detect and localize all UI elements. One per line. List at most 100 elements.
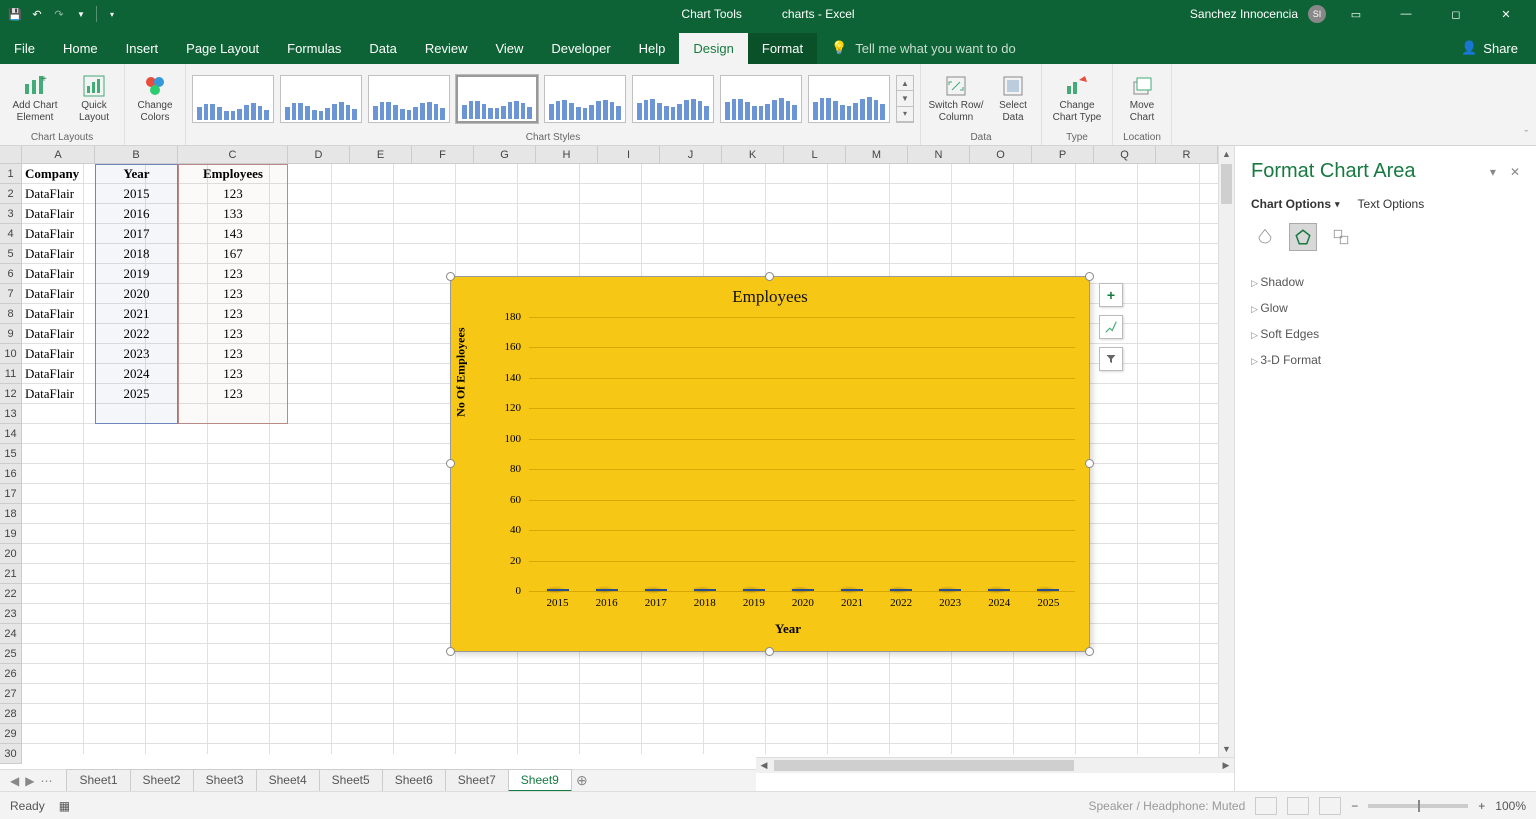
menu-formulas[interactable]: Formulas <box>273 33 355 64</box>
text-options-tab[interactable]: Text Options <box>1358 197 1425 211</box>
new-sheet-button[interactable]: ⊕ <box>571 772 593 789</box>
select-data-button[interactable]: Select Data <box>991 74 1035 124</box>
user-name[interactable]: Sanchez Innocencia <box>1190 7 1298 21</box>
chart-title[interactable]: Employees <box>451 277 1089 307</box>
cell[interactable]: DataFlair <box>22 264 95 284</box>
save-icon[interactable]: 💾 <box>8 7 22 21</box>
row-header-14[interactable]: 14 <box>0 424 21 444</box>
cell[interactable]: DataFlair <box>22 344 95 364</box>
cell[interactable]: DataFlair <box>22 364 95 384</box>
col-header-A[interactable]: A <box>22 146 95 163</box>
style-gallery-nav[interactable]: ▾ <box>897 107 913 122</box>
col-header-R[interactable]: R <box>1156 146 1218 163</box>
zoom-in-icon[interactable]: + <box>1478 799 1485 813</box>
row-header-23[interactable]: 23 <box>0 604 21 624</box>
cell[interactable]: DataFlair <box>22 204 95 224</box>
col-header-P[interactable]: P <box>1032 146 1094 163</box>
cell[interactable]: 123 <box>178 284 288 304</box>
cell[interactable]: 123 <box>178 304 288 324</box>
sheet-tab-sheet7[interactable]: Sheet7 <box>445 769 509 792</box>
zoom-slider[interactable] <box>1368 804 1468 808</box>
chart-style-2[interactable] <box>280 75 362 123</box>
fp-section-3-d-format[interactable]: 3-D Format <box>1251 347 1520 373</box>
resize-handle[interactable] <box>446 647 455 656</box>
row-header-1[interactable]: 1 <box>0 164 21 184</box>
tab-nav-last-icon[interactable]: ▶ <box>25 774 34 788</box>
chart-elements-button[interactable]: + <box>1099 283 1123 307</box>
tab-nav-more-icon[interactable]: ⋯ <box>40 774 52 788</box>
ribbon-display-icon[interactable]: ▭ <box>1336 0 1376 28</box>
maximize-icon[interactable]: ◻ <box>1436 0 1476 28</box>
menu-view[interactable]: View <box>481 33 537 64</box>
chart-style-3[interactable] <box>368 75 450 123</box>
row-header-6[interactable]: 6 <box>0 264 21 284</box>
col-header-I[interactable]: I <box>598 146 660 163</box>
bar-2025[interactable] <box>1037 589 1059 591</box>
scroll-thumb[interactable] <box>774 760 1074 771</box>
resize-handle[interactable] <box>1085 459 1094 468</box>
cell[interactable]: DataFlair <box>22 284 95 304</box>
menu-file[interactable]: File <box>0 33 49 64</box>
cell[interactable]: 2017 <box>95 224 178 244</box>
vertical-scrollbar[interactable]: ▲ ▼ <box>1218 146 1234 757</box>
chart-style-8[interactable] <box>808 75 890 123</box>
chart-style-6[interactable] <box>632 75 714 123</box>
col-header-L[interactable]: L <box>784 146 846 163</box>
col-header-M[interactable]: M <box>846 146 908 163</box>
bar-2020[interactable] <box>792 589 814 591</box>
col-header-B[interactable]: B <box>95 146 178 163</box>
zoom-out-icon[interactable]: − <box>1351 799 1358 813</box>
menu-developer[interactable]: Developer <box>537 33 624 64</box>
bar-2021[interactable] <box>841 589 863 591</box>
row-header-11[interactable]: 11 <box>0 364 21 384</box>
cell[interactable]: 2015 <box>95 184 178 204</box>
add-chart-element-button[interactable]: + Add Chart Element <box>6 74 64 124</box>
qat-dropdown-icon[interactable]: ▼ <box>74 7 88 21</box>
chart-options-tab[interactable]: Chart Options▾ <box>1251 197 1340 211</box>
bar-2022[interactable] <box>890 589 912 591</box>
move-chart-button[interactable]: Move Chart <box>1119 74 1165 124</box>
minimize-icon[interactable]: — <box>1386 0 1426 28</box>
cell[interactable]: 2019 <box>95 264 178 284</box>
bar-2016[interactable] <box>596 589 618 591</box>
row-header-27[interactable]: 27 <box>0 684 21 704</box>
quick-layout-button[interactable]: Quick Layout <box>70 74 118 124</box>
row-header-18[interactable]: 18 <box>0 504 21 524</box>
menu-data[interactable]: Data <box>355 33 410 64</box>
effects-icon[interactable] <box>1289 223 1317 251</box>
row-header-2[interactable]: 2 <box>0 184 21 204</box>
cell[interactable]: 2016 <box>95 204 178 224</box>
cell[interactable]: 123 <box>178 364 288 384</box>
cell[interactable]: Employees <box>178 164 288 184</box>
resize-handle[interactable] <box>446 272 455 281</box>
cell[interactable]: 2018 <box>95 244 178 264</box>
y-axis-label[interactable]: No Of Employees <box>454 328 469 417</box>
col-header-Q[interactable]: Q <box>1094 146 1156 163</box>
col-header-E[interactable]: E <box>350 146 412 163</box>
bar-2017[interactable] <box>645 589 667 591</box>
menu-insert[interactable]: Insert <box>112 33 173 64</box>
fp-section-soft-edges[interactable]: Soft Edges <box>1251 321 1520 347</box>
change-chart-type-button[interactable]: Change Chart Type <box>1048 74 1106 124</box>
fp-section-glow[interactable]: Glow <box>1251 295 1520 321</box>
fill-line-icon[interactable] <box>1251 223 1279 251</box>
row-header-21[interactable]: 21 <box>0 564 21 584</box>
row-header-20[interactable]: 20 <box>0 544 21 564</box>
chart-styles-button[interactable] <box>1099 315 1123 339</box>
resize-handle[interactable] <box>765 647 774 656</box>
tell-me-search[interactable]: 💡 Tell me what you want to do <box>817 32 1030 64</box>
row-header-16[interactable]: 16 <box>0 464 21 484</box>
row-header-13[interactable]: 13 <box>0 404 21 424</box>
bar-2024[interactable] <box>988 589 1010 591</box>
column-headers[interactable]: ABCDEFGHIJKLMNOPQR <box>0 146 1219 164</box>
chart-style-7[interactable] <box>720 75 802 123</box>
row-header-7[interactable]: 7 <box>0 284 21 304</box>
col-header-O[interactable]: O <box>970 146 1032 163</box>
col-header-K[interactable]: K <box>722 146 784 163</box>
cell[interactable]: 2025 <box>95 384 178 404</box>
row-header-3[interactable]: 3 <box>0 204 21 224</box>
cell[interactable]: DataFlair <box>22 224 95 244</box>
switch-row-column-button[interactable]: Switch Row/ Column <box>927 74 985 124</box>
cell[interactable]: 2023 <box>95 344 178 364</box>
col-header-N[interactable]: N <box>908 146 970 163</box>
